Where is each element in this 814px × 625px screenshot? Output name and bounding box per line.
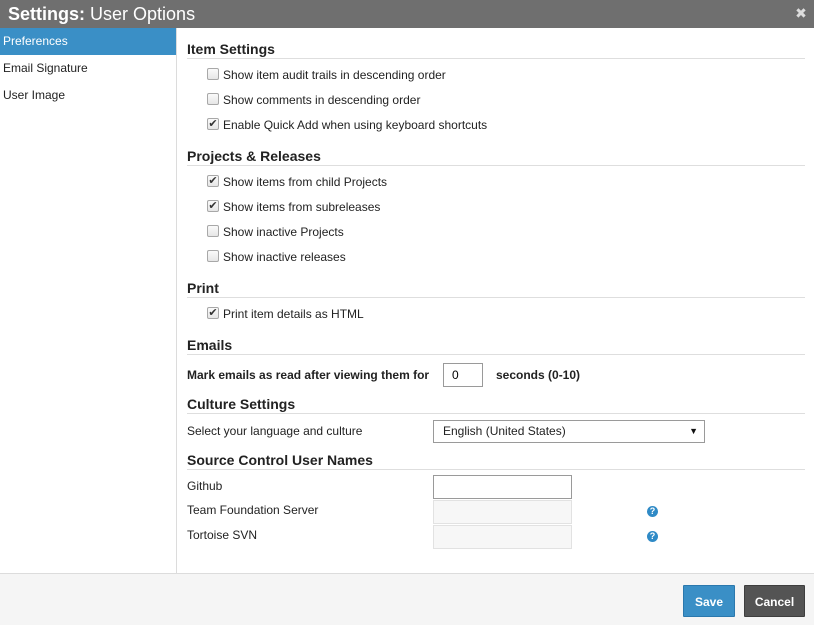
culture-select-value: English (United States) [443, 424, 566, 438]
option-label: Show item audit trails in descending ord… [223, 68, 446, 82]
sidebar-item-user-image[interactable]: User Image [0, 82, 176, 109]
option-inactive-releases[interactable]: Show inactive releases [207, 248, 346, 266]
section-title-item-settings: Item Settings [187, 39, 805, 59]
checkbox[interactable] [207, 67, 219, 80]
option-label: Show items from subreleases [223, 200, 381, 214]
culture-select[interactable]: English (United States) ▼ [433, 420, 705, 443]
section-title-projects-releases: Projects & Releases [187, 146, 805, 166]
checkbox[interactable]: ✔ [207, 199, 219, 212]
svn-username-input [433, 525, 572, 549]
help-icon[interactable]: ? [647, 531, 658, 542]
option-audit-trails-descending[interactable]: Show item audit trails in descending ord… [207, 66, 446, 84]
checkbox[interactable]: ✔ [207, 117, 219, 130]
emails-read-seconds-input[interactable] [443, 363, 483, 387]
checkbox[interactable] [207, 224, 219, 237]
culture-label: Select your language and culture [187, 424, 363, 438]
github-label: Github [187, 479, 223, 493]
section-title-culture: Culture Settings [187, 394, 805, 414]
sidebar-item-preferences[interactable]: Preferences [0, 28, 176, 55]
dialog-title-strong: Settings: [8, 4, 86, 24]
checkbox[interactable]: ✔ [207, 174, 219, 187]
option-subreleases[interactable]: ✔ Show items from subreleases [207, 198, 380, 216]
section-title-source-control: Source Control User Names [187, 450, 805, 470]
option-print-html[interactable]: ✔ Print item details as HTML [207, 305, 364, 323]
option-label: Show items from child Projects [223, 175, 388, 189]
dialog-title-rest: User Options [90, 4, 196, 24]
option-comments-descending[interactable]: Show comments in descending order [207, 91, 420, 109]
dialog-titlebar: Settings: User Options ✖ [0, 0, 814, 28]
option-label: Show inactive releases [223, 250, 346, 264]
help-icon[interactable]: ? [647, 506, 658, 517]
tfs-label: Team Foundation Server [187, 503, 319, 517]
option-child-projects[interactable]: ✔ Show items from child Projects [207, 173, 387, 191]
option-inactive-projects[interactable]: Show inactive Projects [207, 223, 344, 241]
tfs-username-input [433, 500, 572, 524]
section-title-print: Print [187, 278, 805, 298]
option-label: Show comments in descending order [223, 93, 421, 107]
sidebar: Preferences Email Signature User Image [0, 28, 177, 573]
option-quick-add[interactable]: ✔ Enable Quick Add when using keyboard sh… [207, 116, 487, 134]
sidebar-item-email-signature[interactable]: Email Signature [0, 55, 176, 82]
close-icon[interactable]: ✖ [794, 6, 808, 20]
triangle-down-icon: ▼ [689, 426, 698, 436]
svn-label: Tortoise SVN [187, 528, 258, 542]
option-label: Show inactive Projects [223, 225, 344, 239]
option-label: Enable Quick Add when using keyboard sho… [223, 118, 488, 132]
dialog-footer: Save Cancel [0, 573, 814, 625]
option-label: Print item details as HTML [223, 307, 364, 321]
github-username-input[interactable] [433, 475, 572, 499]
checkbox[interactable] [207, 92, 219, 105]
emails-read-label: Mark emails as read after viewing them f… [187, 368, 430, 382]
save-button[interactable]: Save [683, 585, 735, 617]
cancel-button[interactable]: Cancel [744, 585, 805, 617]
checkbox[interactable]: ✔ [207, 306, 219, 319]
checkbox[interactable] [207, 249, 219, 262]
dialog-title: Settings: User Options [8, 3, 195, 25]
section-title-emails: Emails [187, 335, 805, 355]
emails-seconds-label: seconds (0-10) [496, 368, 581, 382]
